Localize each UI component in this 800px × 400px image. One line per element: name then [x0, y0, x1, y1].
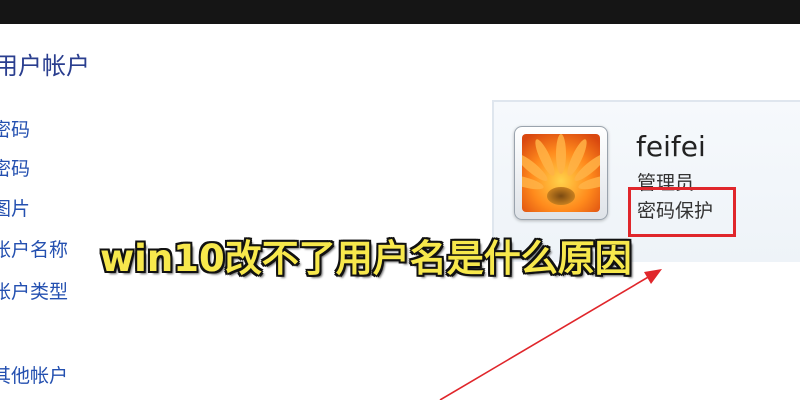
sidebar-link-account-name[interactable]: 帐户名称	[0, 238, 68, 262]
page-title: 用户帐户	[0, 52, 90, 80]
sidebar-link-password-change[interactable]: 密码	[0, 118, 30, 142]
account-user-name: feifei	[636, 130, 706, 163]
sidebar-link-other-accounts[interactable]: 其他帐户	[0, 364, 68, 388]
screenshot-stage: 用户帐户 密码 密码 图片 帐户名称 帐户类型 其他帐户 feifei 管理员 …	[0, 0, 800, 400]
sidebar-link-password-remove[interactable]: 密码	[0, 157, 30, 181]
window-top-bar	[0, 0, 800, 24]
overlay-caption: win10改不了用户名是什么原因	[100, 237, 632, 280]
highlight-box	[628, 187, 736, 237]
avatar[interactable]	[514, 126, 608, 220]
sidebar-link-picture[interactable]: 图片	[0, 197, 30, 221]
orange-flower-avatar-icon	[522, 134, 600, 212]
sidebar-link-account-type[interactable]: 帐户类型	[0, 280, 68, 304]
